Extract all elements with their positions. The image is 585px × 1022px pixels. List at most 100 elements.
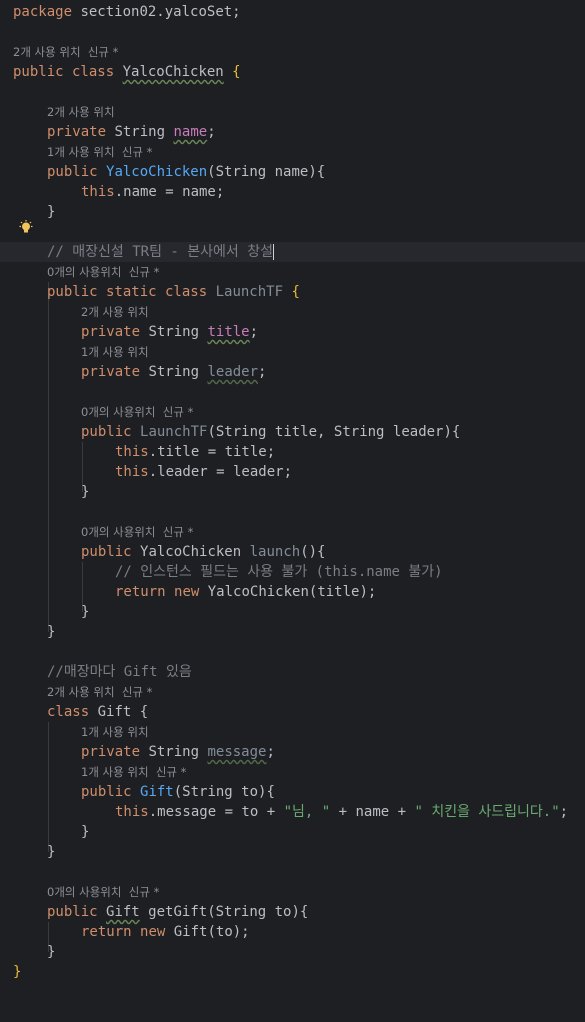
keyword: public [47, 904, 98, 920]
statement: YalcoChicken(title); [207, 584, 377, 600]
constructor-name: YalcoChicken [106, 164, 208, 180]
field-name: title [207, 324, 250, 340]
keyword: return [115, 584, 166, 600]
code-line: } [0, 942, 585, 962]
brace: } [47, 944, 56, 960]
usage-hint[interactable]: 1개 사용 위치 신규 * [0, 142, 585, 162]
usage-hint-text: 1개 사용 위치 신규 * [81, 765, 187, 779]
keyword: public static class [47, 284, 208, 300]
statement: .title = title; [148, 444, 276, 460]
code-line: } [0, 822, 585, 842]
code-editor[interactable]: package section02.yalcoSet; 2개 사용 위치 신규 … [0, 0, 585, 990]
params: (String to){ [173, 784, 275, 800]
param-name: leader [392, 424, 444, 440]
usage-hint[interactable]: 2개 사용 위치 [0, 302, 585, 322]
field-name: leader [207, 364, 259, 380]
code-line: private String title; [0, 322, 585, 342]
usage-hint[interactable]: 1개 사용 위치 신규 * [0, 762, 585, 782]
type: Gift [106, 904, 140, 920]
code-line: class Gift { [0, 702, 585, 722]
usage-hint-text: 2개 사용 위치 신규 * [47, 685, 153, 699]
constructor-name: Gift [140, 784, 174, 800]
comment: //매장마다 Gift 있음 [47, 664, 192, 680]
type: String [148, 744, 200, 760]
code-line: } [0, 622, 585, 642]
brace: } [81, 484, 90, 500]
usage-hint-text: 2개 사용 위치 [47, 105, 115, 119]
comment: // 인스턴스 필드는 사용 불가 (this.name 불가) [115, 564, 443, 580]
semicolon: ; [207, 124, 216, 140]
usage-hint-text: 1개 사용 위치 신규 * [47, 145, 153, 159]
usage-hint[interactable]: 2개 사용 위치 [0, 102, 585, 122]
code-line: this.message = to + "님, " + name + " 치킨을… [0, 802, 585, 822]
usage-hint-text: 0개의 사용위치 신규 * [47, 265, 160, 279]
usage-hint-text: 0개의 사용위치 신규 * [81, 405, 194, 419]
brace: } [13, 964, 22, 980]
semicolon: ; [249, 324, 259, 340]
class-name: YalcoChicken [122, 64, 224, 80]
usage-hint[interactable]: 2개 사용 위치 신규 * [0, 682, 585, 702]
code-line: this.leader = leader; [0, 462, 585, 482]
code-line: public YalcoChicken(String name){ [0, 162, 585, 182]
brace: } [81, 824, 90, 840]
semicolon: ; [266, 744, 275, 760]
keyword: return [81, 924, 132, 940]
params: (String to){ [207, 904, 309, 920]
keyword: private [81, 744, 141, 760]
usage-hint-text: 0개의 사용위치 신규 * [47, 885, 160, 899]
statement: .leader = leader; [148, 464, 293, 480]
code-line [0, 218, 585, 238]
usage-hint-text: 0개의 사용위치 신규 * [81, 525, 194, 539]
type: YalcoChicken [140, 544, 242, 560]
string-literal: " 치킨을 사드립니다." [414, 804, 560, 820]
keyword: this [115, 804, 149, 820]
code-line: } [0, 962, 585, 982]
keyword: public [81, 784, 132, 800]
usage-hint[interactable]: 1개 사용 위치 [0, 722, 585, 742]
code-line: public static class LaunchTF { [47, 284, 300, 300]
code-line: } [0, 602, 585, 622]
current-line: // 매장신설 TR팀 - 본사에서 창설 [0, 242, 585, 262]
usage-hint-text: 2개 사용 위치 [81, 305, 149, 319]
usage-hint-text: 2개 사용 위치 신규 * [13, 45, 119, 59]
code-line: private String leader; [0, 362, 585, 382]
semicolon: ; [258, 364, 267, 380]
method-name: launch [249, 544, 301, 560]
keyword: private [47, 124, 107, 140]
field-name: name [173, 124, 208, 140]
usage-hint[interactable]: 1개 사용 위치 [0, 342, 585, 362]
method-name: getGift [148, 904, 208, 920]
usage-hint[interactable]: 0개의 사용위치 신규 * [0, 402, 585, 422]
type: String [148, 364, 200, 380]
code-line: } [0, 842, 585, 862]
params: , String [317, 424, 393, 440]
brace: } [47, 844, 56, 860]
code-line: public LaunchTF(String title, String lea… [0, 422, 585, 442]
keyword: public [81, 424, 132, 440]
code-line: //매장마다 Gift 있음 [0, 662, 585, 682]
usage-hint[interactable]: 0개의 사용위치 신규 * [0, 522, 585, 542]
lightbulb-icon[interactable] [18, 220, 34, 236]
type: String [148, 324, 200, 340]
brace: } [81, 604, 90, 620]
code-line: // 인스턴스 필드는 사용 불가 (this.name 불가) [0, 562, 585, 582]
field-name: message [207, 744, 267, 760]
keyword: private [81, 324, 141, 340]
params: (){ [300, 544, 326, 560]
keyword: this [81, 184, 115, 200]
comment: // 매장신설 TR팀 - 본사에서 창설 [47, 244, 273, 260]
usage-hint[interactable]: 2개 사용 위치 신규 * [0, 42, 585, 62]
text-cursor [272, 244, 274, 260]
keyword: public [81, 544, 132, 560]
keyword: private [81, 364, 141, 380]
usage-hint-text: 1개 사용 위치 [81, 725, 149, 739]
code-line: private String name; [0, 122, 585, 142]
params: ){ [443, 424, 461, 440]
keyword: new [174, 584, 200, 600]
usage-hint[interactable]: 0개의 사용위치 신규 * [0, 262, 585, 282]
param-name: title [274, 424, 318, 440]
usage-hint[interactable]: 0개의 사용위치 신규 * [0, 882, 585, 902]
statement: .name = name; [114, 184, 225, 200]
statement: Gift(to); [173, 924, 250, 940]
code-line: package section02.yalcoSet; [0, 2, 585, 22]
